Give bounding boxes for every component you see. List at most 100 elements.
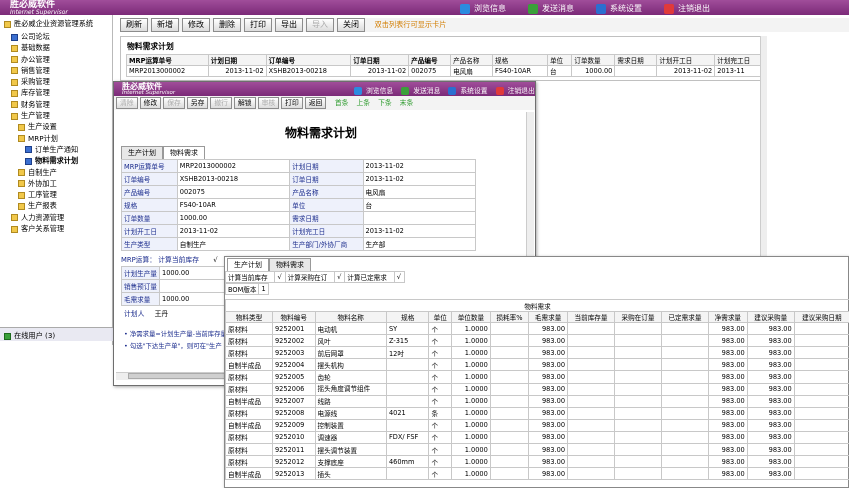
option-check[interactable]: √ xyxy=(334,271,346,283)
detail-column-header[interactable]: 毛需求量 xyxy=(528,311,569,324)
sidebar-item[interactable]: 销售管理 xyxy=(0,65,112,76)
card-scroll-thumb[interactable] xyxy=(128,373,228,379)
record-nav-link[interactable]: 上条 xyxy=(356,99,370,107)
list-column-header[interactable]: 订单数量 xyxy=(571,54,616,66)
detail-tab-production-plan[interactable]: 生产计划 xyxy=(227,258,269,271)
sidebar-title[interactable]: 胜必威企业资源管理系统 xyxy=(0,15,112,31)
table-row[interactable]: 原材料 9252008 电源线 4021 条 1.0000 983.00 983.00 983.… xyxy=(225,406,849,420)
list-column-header[interactable]: MRP运算单号 xyxy=(126,54,209,66)
list-column-header[interactable]: 产品编号 xyxy=(408,54,452,66)
toolbar-button[interactable]: 修改 xyxy=(182,18,210,32)
record-nav-link[interactable]: 末条 xyxy=(400,99,414,107)
detail-column-header[interactable]: 已定需求量 xyxy=(660,311,709,324)
toolbar-button[interactable]: 关闭 xyxy=(337,18,365,32)
toolbar-button[interactable]: 导出 xyxy=(275,18,303,32)
sidebar-item[interactable]: 生产设置 xyxy=(0,121,112,132)
detail-column-header[interactable]: 采购在订量 xyxy=(613,311,662,324)
table-row[interactable]: 自制半成品 9252013 插头个 1.0000 983.00 983.00 983.00 xyxy=(225,467,849,481)
table-row[interactable]: MRP2013000002 2013-11-02 XSHB2013-00218 201… xyxy=(126,65,766,77)
card-toolbar-button[interactable]: 保存 xyxy=(163,97,185,109)
sidebar-item[interactable]: 自制生产 xyxy=(0,167,112,178)
sidebar-item[interactable]: 生产报表 xyxy=(0,200,112,211)
card-toolbar-button[interactable]: 撤行 xyxy=(210,97,232,109)
detail-column-header[interactable]: 单位数量 xyxy=(450,311,491,324)
form-field[interactable]: XSHB2013-00218 xyxy=(176,172,291,186)
bom-value[interactable]: 1 xyxy=(258,283,269,295)
card-toolbar-button[interactable]: 打印 xyxy=(281,97,303,109)
form-field[interactable] xyxy=(362,211,477,225)
list-column-header[interactable]: 订单日期 xyxy=(350,54,410,66)
sidebar-item[interactable]: 订单生产通知 xyxy=(0,144,112,155)
form-field[interactable]: 2013-11-02 xyxy=(362,224,477,238)
list-column-header[interactable]: 规格 xyxy=(492,54,548,66)
sidebar-item[interactable]: 客户关系管理 xyxy=(0,223,112,234)
detail-tab-material-demand[interactable]: 物料需求 xyxy=(269,258,311,271)
detail-column-header[interactable]: 损耗率% xyxy=(489,311,530,324)
topnav-item[interactable]: 注销退出 xyxy=(664,3,710,14)
sidebar-item[interactable]: 基础数据 xyxy=(0,42,112,53)
toolbar-button[interactable]: 新增 xyxy=(151,18,179,32)
sidebar-item[interactable]: 办公管理 xyxy=(0,54,112,65)
tab-material-demand[interactable]: 物料需求 xyxy=(163,146,205,159)
form-field[interactable]: 002075 xyxy=(176,185,291,199)
card-toolbar-button[interactable]: 解锁 xyxy=(233,97,256,109)
form-field[interactable]: MRP2013000002 xyxy=(176,159,291,173)
table-row[interactable]: 原材料 9252002 风叶 Z-315 个 1.0000 983.00 983.00 983.… xyxy=(225,334,849,348)
form-field[interactable]: 2013-11-02 xyxy=(362,172,477,186)
detail-column-header[interactable]: 建议采购量 xyxy=(746,311,795,324)
form-field[interactable]: 自制生产 xyxy=(176,237,291,251)
tab-production-plan[interactable]: 生产计划 xyxy=(121,146,163,159)
sidebar-item[interactable]: 采购管理 xyxy=(0,76,112,87)
form-field[interactable] xyxy=(159,279,231,293)
sidebar-item[interactable]: 生产管理 xyxy=(0,110,112,121)
detail-column-header[interactable]: 物料编号 xyxy=(271,311,316,324)
form-field[interactable]: 1000.00 xyxy=(159,292,231,306)
table-row[interactable]: 自制半成品 9252004 摆头机构个 1.0000 983.00 983.00 983.0… xyxy=(225,358,849,372)
card-toolbar-button[interactable]: 审核 xyxy=(257,97,280,109)
topnav-item[interactable]: 系统设置 xyxy=(596,3,642,14)
sidebar-item[interactable]: 物料需求计划 xyxy=(0,155,112,166)
detail-column-header[interactable]: 规格 xyxy=(385,311,430,324)
sidebar-item[interactable]: 库存管理 xyxy=(0,87,112,98)
card-nav-item[interactable]: 注销退出 xyxy=(495,85,535,95)
sidebar-item[interactable]: 外协加工 xyxy=(0,178,112,189)
sidebar-item[interactable]: 人力资源管理 xyxy=(0,212,112,223)
form-field[interactable]: 1000.00 xyxy=(176,211,291,225)
table-row[interactable]: 自制半成品 9252007 线路个 1.0000 983.00 983.00 983.00 xyxy=(225,394,849,408)
table-row[interactable]: 原材料 9252001 电动机 SY 个 1.0000 983.00 983.00 983.00 xyxy=(225,322,849,336)
toolbar-button[interactable]: 导入 xyxy=(306,18,334,32)
detail-column-header[interactable]: 单位 xyxy=(428,311,452,324)
list-column-header[interactable]: 计划日期 xyxy=(207,54,267,66)
record-nav-link[interactable]: 首条 xyxy=(335,99,349,107)
card-toolbar-button[interactable]: 另存 xyxy=(186,97,209,109)
table-row[interactable]: 原材料 9252005 齿轮个 1.0000 983.00 983.00 983.00 xyxy=(225,370,849,384)
table-row[interactable]: 原材料 9252011 摆头调节装置个 1.0000 983.00 983.00 983.0… xyxy=(225,443,849,457)
list-column-header[interactable]: 单位 xyxy=(546,54,573,66)
list-column-header[interactable]: 计划开工日 xyxy=(656,54,716,66)
table-row[interactable]: 原材料 9252003 前后网罩 12吋个 1.0000 983.00 983.00 983.… xyxy=(225,346,849,360)
table-row[interactable]: 原材料 9252010 调速器 FDX/ FSF 个 1.0000 983.00 983.00… xyxy=(225,430,849,445)
card-toolbar-button[interactable]: 修改 xyxy=(139,97,162,109)
card-toolbar-button[interactable]: 清除 xyxy=(116,97,138,109)
toolbar-button[interactable]: 刷新 xyxy=(120,18,148,32)
topnav-item[interactable]: 浏览信息 xyxy=(460,3,506,14)
detail-column-header[interactable]: 净需求量 xyxy=(707,311,748,324)
record-nav-link[interactable]: 下条 xyxy=(378,99,392,107)
list-column-header[interactable]: 需求日期 xyxy=(614,54,658,66)
form-field[interactable]: 生产部 xyxy=(362,237,477,251)
topnav-item[interactable]: 发送消息 xyxy=(528,3,574,14)
list-column-header[interactable]: 订单编号 xyxy=(265,54,352,66)
sidebar-item[interactable]: 工序管理 xyxy=(0,189,112,200)
form-field[interactable]: 2013-11-02 xyxy=(362,159,477,173)
card-nav-item[interactable]: 浏览信息 xyxy=(354,85,393,95)
detail-column-header[interactable]: 物料类型 xyxy=(225,311,273,324)
detail-column-header[interactable]: 物料名称 xyxy=(314,311,387,324)
sidebar-item[interactable]: MRP计划 xyxy=(0,133,112,144)
online-users-bar[interactable]: 在线用户 (3) xyxy=(0,327,113,341)
form-field[interactable]: 2013-11-02 xyxy=(176,224,291,238)
toolbar-button[interactable]: 删除 xyxy=(213,18,241,32)
detail-column-header[interactable]: 当前库存量 xyxy=(567,311,615,324)
mrp-option-check[interactable]: √ xyxy=(213,256,217,264)
list-column-header[interactable]: 计划完工日 xyxy=(714,54,766,66)
detail-column-header[interactable]: 建议采购日期 xyxy=(793,311,849,324)
